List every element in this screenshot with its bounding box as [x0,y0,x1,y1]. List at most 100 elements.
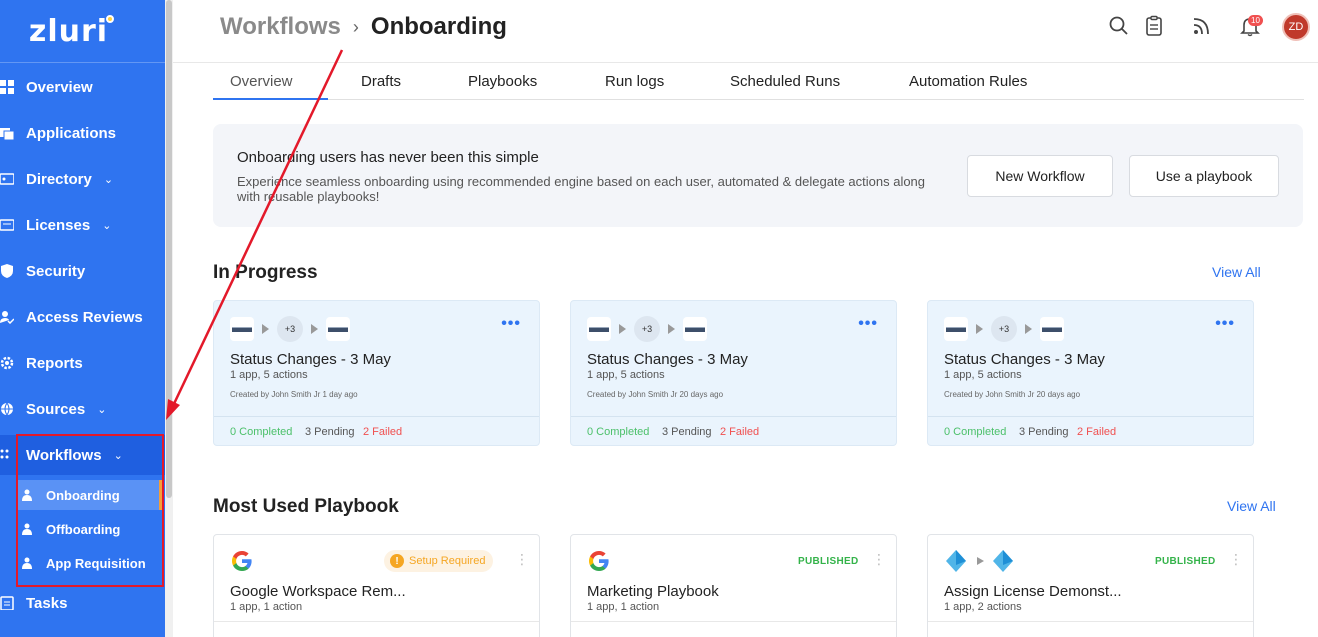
azure-icon [946,550,1013,572]
logo[interactable]: zluri [0,0,165,63]
grid-icon [0,80,14,94]
status-completed: 0 Completed [230,426,293,438]
sidebar-subitem-app-requisition[interactable]: App Requisition [16,548,162,578]
user-add-icon [22,489,32,501]
sidebar-item-tasks[interactable]: Tasks [0,583,165,623]
workflow-card[interactable]: +3 ••• Status Changes - 3 May 1 app, 5 a… [927,300,1254,446]
user-remove-icon [22,523,32,535]
sidebar-item-workflows[interactable]: Workflows ⌄ [0,435,165,475]
chevron-down-icon: ⌄ [102,219,112,232]
more-apps-count: +3 [277,316,303,342]
most-used-playbook-title: Most Used Playbook [213,496,399,517]
playbook-card[interactable]: PUBLISHED ⋮ Assign License Demonst... 1 … [927,534,1254,637]
tab-drafts[interactable]: Drafts [361,73,401,90]
status-badge-setup-required: ! Setup Required [384,550,494,572]
more-options-icon[interactable]: ••• [1215,315,1235,333]
notification-badge: 10 [1248,15,1263,26]
workflow-card[interactable]: +3 ••• Status Changes - 3 May 1 app, 5 a… [213,300,540,446]
tab-run-logs[interactable]: Run logs [605,73,664,90]
breadcrumb-parent[interactable]: Workflows [220,13,341,41]
app-logo-icon [1040,317,1064,341]
divider [928,621,1253,622]
sidebar-subitem-onboarding[interactable]: Onboarding [16,480,162,510]
sidebar-item-label: Sources [26,400,86,418]
status-badge-published: PUBLISHED [798,556,859,567]
sidebar-item-overview[interactable]: Overview [0,67,165,107]
tab-bar: Overview Drafts Playbooks Run logs Sched… [213,63,1304,100]
workflow-meta: 1 app, 5 actions [587,369,665,381]
status-failed: 2 Failed [1077,426,1117,438]
active-tab-indicator [213,98,328,100]
sidebar-item-applications[interactable]: Applications [0,113,165,153]
rss-icon[interactable] [1191,15,1213,37]
playbook-card[interactable]: PUBLISHED ⋮ Marketing Playbook 1 app, 1 … [570,534,897,637]
tab-scheduled-runs[interactable]: Scheduled Runs [730,73,840,90]
sidebar-item-access-reviews[interactable]: Access Reviews [0,297,165,337]
sidebar-item-label: Access Reviews [26,308,143,326]
workflow-meta: 1 app, 5 actions [944,369,1022,381]
vertical-more-icon[interactable]: ⋮ [872,551,886,568]
arrow-right-icon [262,324,269,334]
globe-icon [1,402,13,416]
chevron-down-icon: ⌄ [97,403,107,416]
shield-icon [1,264,13,278]
google-icon [589,551,609,571]
use-playbook-button[interactable]: Use a playbook [1129,155,1279,197]
tab-overview[interactable]: Overview [230,73,293,90]
workflow-title: Status Changes - 3 May [587,351,748,368]
sidebar-subitem-offboarding[interactable]: Offboarding [16,514,162,544]
workflow-meta: 1 app, 5 actions [230,369,308,381]
sidebar-subitem-label: Offboarding [46,521,121,537]
in-progress-title: In Progress [213,262,318,283]
sidebar-item-security[interactable]: Security [0,251,165,291]
most-used-view-all-link[interactable]: View All [1227,498,1276,514]
user-check-icon [0,311,14,324]
clipboard-list-icon[interactable] [1143,15,1165,37]
sidebar-item-reports[interactable]: Reports [0,343,165,383]
sidebar-item-label: Directory [26,170,92,188]
workflow-title: Status Changes - 3 May [230,351,391,368]
avatar[interactable]: ZD [1282,13,1310,41]
status-badge-label: Setup Required [409,555,486,567]
workflow-created: Created by John Smith Jr 1 day ago [230,390,358,399]
sidebar-item-label: Reports [26,354,83,372]
sidebar-item-licenses[interactable]: Licenses ⌄ [0,205,165,245]
in-progress-view-all-link[interactable]: View All [1212,264,1261,280]
status-completed: 0 Completed [587,426,650,438]
new-workflow-button[interactable]: New Workflow [967,155,1113,197]
sidebar-scrollbar-thumb[interactable] [166,0,172,498]
more-options-icon[interactable]: ••• [501,315,521,333]
arrow-right-icon [1025,324,1032,334]
sidebar-item-label: Workflows [26,446,102,464]
vertical-more-icon[interactable]: ⋮ [1229,551,1243,568]
tab-automation-rules[interactable]: Automation Rules [909,73,1027,90]
sidebar-item-label: Licenses [26,216,91,234]
playbook-title: Marketing Playbook [587,583,719,600]
more-apps-count: +3 [634,316,660,342]
gear-report-icon [0,356,14,370]
app-chain: +3 [587,316,707,342]
sidebar-subitem-label: Onboarding [46,487,120,503]
workflow-status-footer: 0 Completed 3 Pending 2 Failed [928,416,1253,446]
app-logo-icon [230,317,254,341]
banner-description: Experience seamless onboarding using rec… [237,174,926,204]
status-failed: 2 Failed [720,426,760,438]
tab-playbooks[interactable]: Playbooks [468,73,537,90]
page-title: Onboarding [370,13,507,40]
more-options-icon[interactable]: ••• [858,315,878,333]
playbook-meta: 1 app, 1 action [587,601,660,613]
workflow-card[interactable]: +3 ••• Status Changes - 3 May 1 app, 5 a… [570,300,897,446]
search-icon[interactable] [1108,15,1130,37]
breadcrumb-separator-icon: › [352,16,359,37]
sidebar-item-directory[interactable]: Directory ⌄ [0,159,165,199]
vertical-more-icon[interactable]: ⋮ [515,551,529,568]
playbook-card[interactable]: ! Setup Required ⋮ Google Workspace Rem.… [213,534,540,637]
sidebar-item-sources[interactable]: Sources ⌄ [0,389,165,429]
breadcrumb: Workflows › Onboarding [220,13,507,41]
license-icon [0,219,14,231]
playbook-meta: 1 app, 1 action [230,601,303,613]
playbook-meta: 1 app, 2 actions [944,601,1022,613]
logo-text: zluri [28,13,109,49]
chevron-down-icon: ⌄ [103,173,114,186]
banner-title: Onboarding users has never been this sim… [237,149,539,166]
